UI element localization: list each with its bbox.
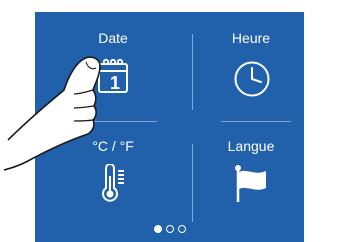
pointing-hand-icon bbox=[3, 56, 101, 171]
